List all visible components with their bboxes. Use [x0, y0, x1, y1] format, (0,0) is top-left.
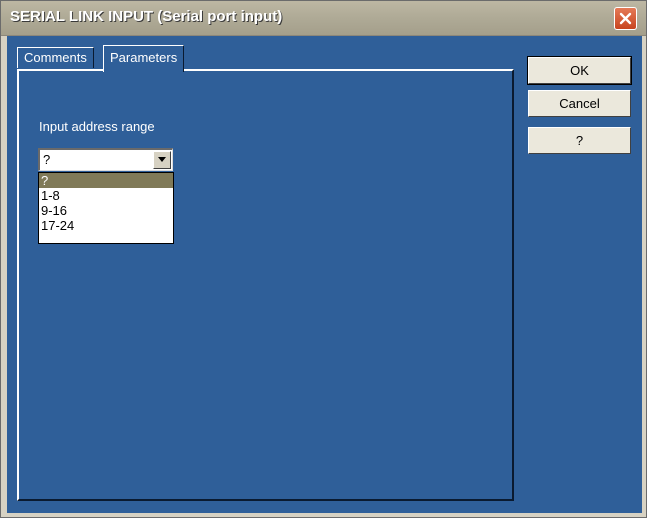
chevron-down-icon — [158, 157, 166, 162]
close-button[interactable] — [614, 7, 637, 30]
select-value: ? — [43, 152, 51, 167]
dropdown-option[interactable]: 17-24 — [39, 218, 173, 233]
tab-comments[interactable]: Comments — [17, 47, 94, 68]
input-address-range-label: Input address range — [39, 119, 155, 134]
dropdown-option[interactable]: 9-16 — [39, 203, 173, 218]
close-icon — [619, 12, 632, 25]
help-button[interactable]: ? — [528, 127, 631, 154]
title-bar[interactable]: SERIAL LINK INPUT (Serial port input) — [1, 1, 646, 36]
cancel-button[interactable]: Cancel — [528, 90, 631, 117]
window-title: SERIAL LINK INPUT (Serial port input) — [10, 8, 283, 25]
dropdown-option[interactable]: ? — [39, 173, 173, 188]
tab-parameters[interactable]: Parameters — [103, 45, 185, 72]
dropdown-button[interactable] — [153, 151, 171, 169]
input-address-range-select[interactable]: ? — [38, 148, 173, 171]
dropdown-option[interactable]: 1-8 — [39, 188, 173, 203]
dropdown-list: ? 1-8 9-16 17-24 — [38, 172, 174, 244]
ok-button[interactable]: OK — [527, 56, 632, 85]
